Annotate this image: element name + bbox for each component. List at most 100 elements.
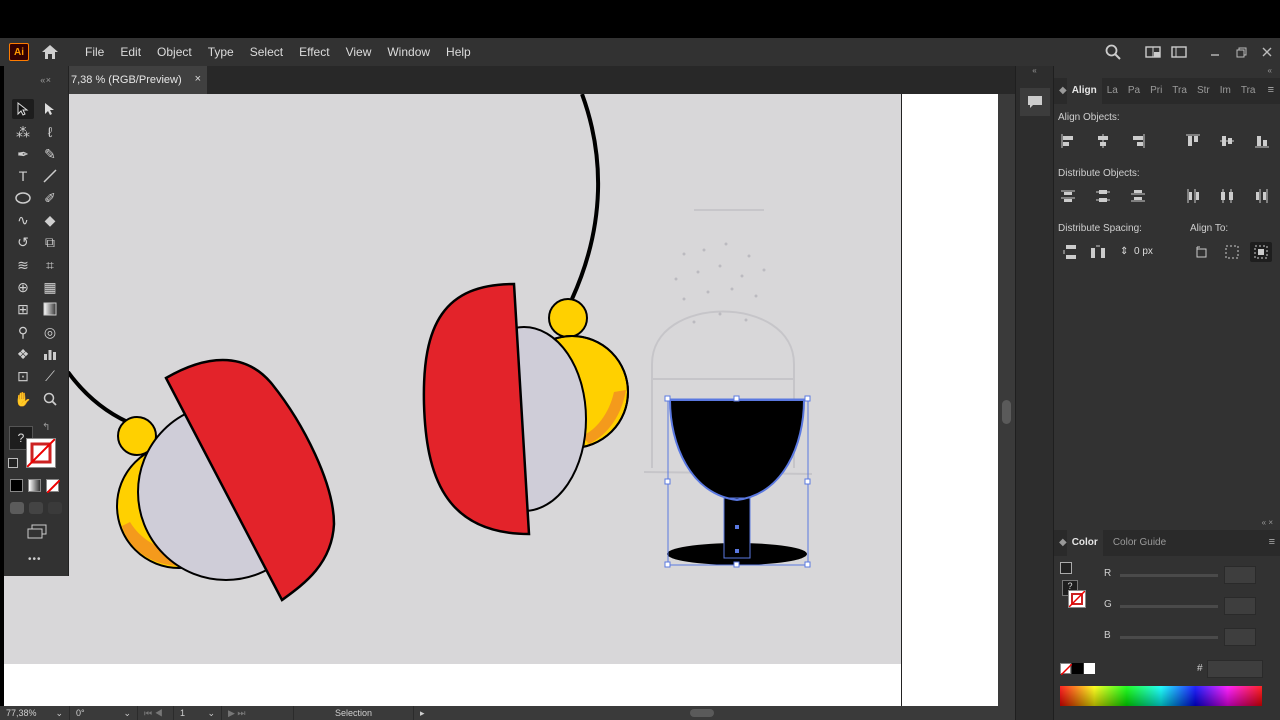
white-swatch[interactable] — [1084, 663, 1095, 674]
width-tool-icon[interactable]: ≋ — [12, 255, 34, 275]
vertical-distribute-bottom-icon[interactable] — [1130, 188, 1146, 204]
shape-builder-tool-icon[interactable]: ⊕ — [12, 277, 34, 297]
vertical-distribute-center-icon[interactable] — [1095, 188, 1111, 204]
align-to-selection-icon[interactable] — [1194, 244, 1210, 260]
paintbrush-tool-icon[interactable]: ✐ — [39, 188, 61, 208]
tab-color-guide[interactable]: Color Guide — [1103, 530, 1171, 556]
channel-g-slider[interactable] — [1120, 605, 1218, 608]
artboard-nav-prev[interactable]: ⏮ ◀ — [138, 706, 174, 720]
channel-r-value[interactable] — [1224, 566, 1256, 584]
color-stroke-swatch[interactable] — [1068, 590, 1086, 608]
channel-b-slider[interactable] — [1120, 636, 1218, 639]
draw-inside-icon[interactable] — [48, 502, 62, 514]
shaper-tool-icon[interactable]: ∿ — [12, 210, 34, 230]
default-fill-stroke-icon[interactable] — [8, 458, 18, 468]
horizontal-align-right-icon[interactable] — [1130, 133, 1146, 149]
vertical-distribute-space-icon[interactable] — [1062, 244, 1078, 260]
direct-selection-tool-icon[interactable] — [39, 99, 61, 119]
stroke-swatch[interactable] — [26, 438, 56, 468]
panel-menu-icon[interactable]: ≡ — [1268, 84, 1274, 96]
tab-pathfinder[interactable]: Pa — [1123, 78, 1145, 104]
horizontal-scrollbar[interactable] — [434, 706, 1015, 720]
close-tab-icon[interactable]: × — [195, 73, 201, 85]
column-graph-tool-icon[interactable] — [39, 344, 61, 364]
color-spectrum[interactable] — [1060, 686, 1262, 706]
artboard-nav-next[interactable]: ▶ ⏭ — [222, 706, 294, 720]
channel-r-slider[interactable] — [1120, 574, 1218, 577]
magic-wand-tool-icon[interactable]: ⁂ — [12, 122, 34, 142]
horizontal-distribute-center-icon[interactable] — [1219, 188, 1235, 204]
document-tab[interactable]: 7,38 % (RGB/Preview) × — [69, 66, 207, 94]
color-mode-icon[interactable] — [10, 479, 23, 492]
slice-tool-icon[interactable]: ⟋ — [39, 366, 61, 386]
align-to-key-object-button[interactable] — [1250, 242, 1272, 262]
screen-mode-icon[interactable] — [26, 524, 48, 540]
illustrator-logo[interactable]: Ai — [9, 43, 29, 61]
tab-layers[interactable]: La — [1102, 78, 1123, 104]
eraser-tool-icon[interactable]: ◆ — [39, 210, 61, 230]
symbol-sprayer-tool-icon[interactable]: ❖ — [12, 344, 34, 364]
blend-tool-icon[interactable]: ◎ — [39, 322, 61, 342]
tab-transparency[interactable]: Tra — [1236, 78, 1261, 104]
menu-view[interactable]: View — [338, 38, 380, 66]
zoom-level-field[interactable]: 77,38% ⌄ — [0, 706, 70, 720]
ellipse-tool-icon[interactable] — [12, 188, 34, 208]
hex-value-field[interactable] — [1207, 660, 1263, 678]
restore-icon[interactable] — [1228, 38, 1254, 66]
edit-toolbar-icon[interactable]: ••• — [28, 554, 42, 565]
vertical-align-top-icon[interactable] — [1185, 133, 1201, 149]
home-icon[interactable] — [39, 41, 61, 63]
mesh-tool-icon[interactable]: ⊞ — [12, 299, 34, 319]
pen-tool-icon[interactable]: ✒ — [12, 144, 34, 164]
menu-effect[interactable]: Effect — [291, 38, 337, 66]
artboard-tool-icon[interactable]: ⊡ — [12, 366, 34, 386]
scroll-thumb[interactable] — [1002, 400, 1011, 424]
menu-type[interactable]: Type — [200, 38, 242, 66]
black-swatch[interactable] — [1072, 663, 1083, 674]
horizontal-scroll-thumb[interactable] — [690, 709, 714, 717]
lasso-tool-icon[interactable]: ℓ — [39, 122, 61, 142]
comments-panel-icon[interactable] — [1020, 88, 1050, 116]
artboard-number-field[interactable]: 1 ⌄ — [174, 706, 222, 720]
horizontal-align-center-icon[interactable] — [1095, 133, 1111, 149]
dock-collapse-icon[interactable]: « — [1016, 66, 1053, 78]
spacing-value-field[interactable]: 0 px — [1134, 246, 1170, 257]
none-mode-icon[interactable] — [46, 479, 61, 494]
panel-collapse-icon[interactable]: « — [1054, 66, 1280, 78]
menu-edit[interactable]: Edit — [112, 38, 149, 66]
line-tool-icon[interactable] — [39, 166, 61, 186]
gradient-mode-icon[interactable] — [28, 479, 41, 492]
zoom-tool-icon[interactable] — [39, 389, 61, 409]
align-to-artboard-icon[interactable] — [1224, 244, 1240, 260]
status-menu-icon[interactable]: ▸ — [414, 706, 434, 720]
rotate-tool-icon[interactable]: ↺ — [12, 232, 34, 252]
color-panel-menu-icon[interactable]: ≡ — [1269, 536, 1275, 548]
toolbar-collapse[interactable]: « × — [4, 66, 68, 94]
type-tool-icon[interactable]: T — [12, 166, 34, 186]
menu-select[interactable]: Select — [242, 38, 291, 66]
none-color-swatch[interactable] — [1060, 663, 1073, 676]
vertical-scrollbar[interactable] — [998, 94, 1015, 706]
horizontal-distribute-space-icon[interactable] — [1090, 244, 1106, 260]
vertical-align-bottom-icon[interactable] — [1254, 133, 1270, 149]
arrange-documents-icon[interactable] — [1140, 38, 1166, 66]
horizontal-distribute-left-icon[interactable] — [1185, 188, 1201, 204]
tab-stroke[interactable]: Str — [1192, 78, 1215, 104]
scale-tool-icon[interactable]: ⧉ — [39, 232, 61, 252]
swap-fill-stroke-icon[interactable]: ↰ — [42, 422, 50, 433]
channel-g-value[interactable] — [1224, 597, 1256, 615]
vertical-distribute-top-icon[interactable] — [1060, 188, 1076, 204]
gradient-tool-icon[interactable] — [39, 299, 61, 319]
draw-behind-icon[interactable] — [29, 502, 43, 514]
tab-color[interactable]: Color — [1066, 530, 1103, 556]
color-default-icon[interactable] — [1060, 562, 1072, 574]
selection-tool-icon[interactable] — [12, 99, 34, 119]
channel-b-value[interactable] — [1224, 628, 1256, 646]
minimize-icon[interactable] — [1202, 38, 1228, 66]
canvas-area[interactable] — [4, 94, 1015, 706]
menu-help[interactable]: Help — [438, 38, 479, 66]
curvature-tool-icon[interactable]: ✎ — [39, 144, 61, 164]
spacing-stepper-icon[interactable]: ⇕ — [1120, 246, 1128, 257]
draw-normal-icon[interactable] — [10, 502, 24, 514]
horizontal-align-left-icon[interactable] — [1060, 133, 1076, 149]
